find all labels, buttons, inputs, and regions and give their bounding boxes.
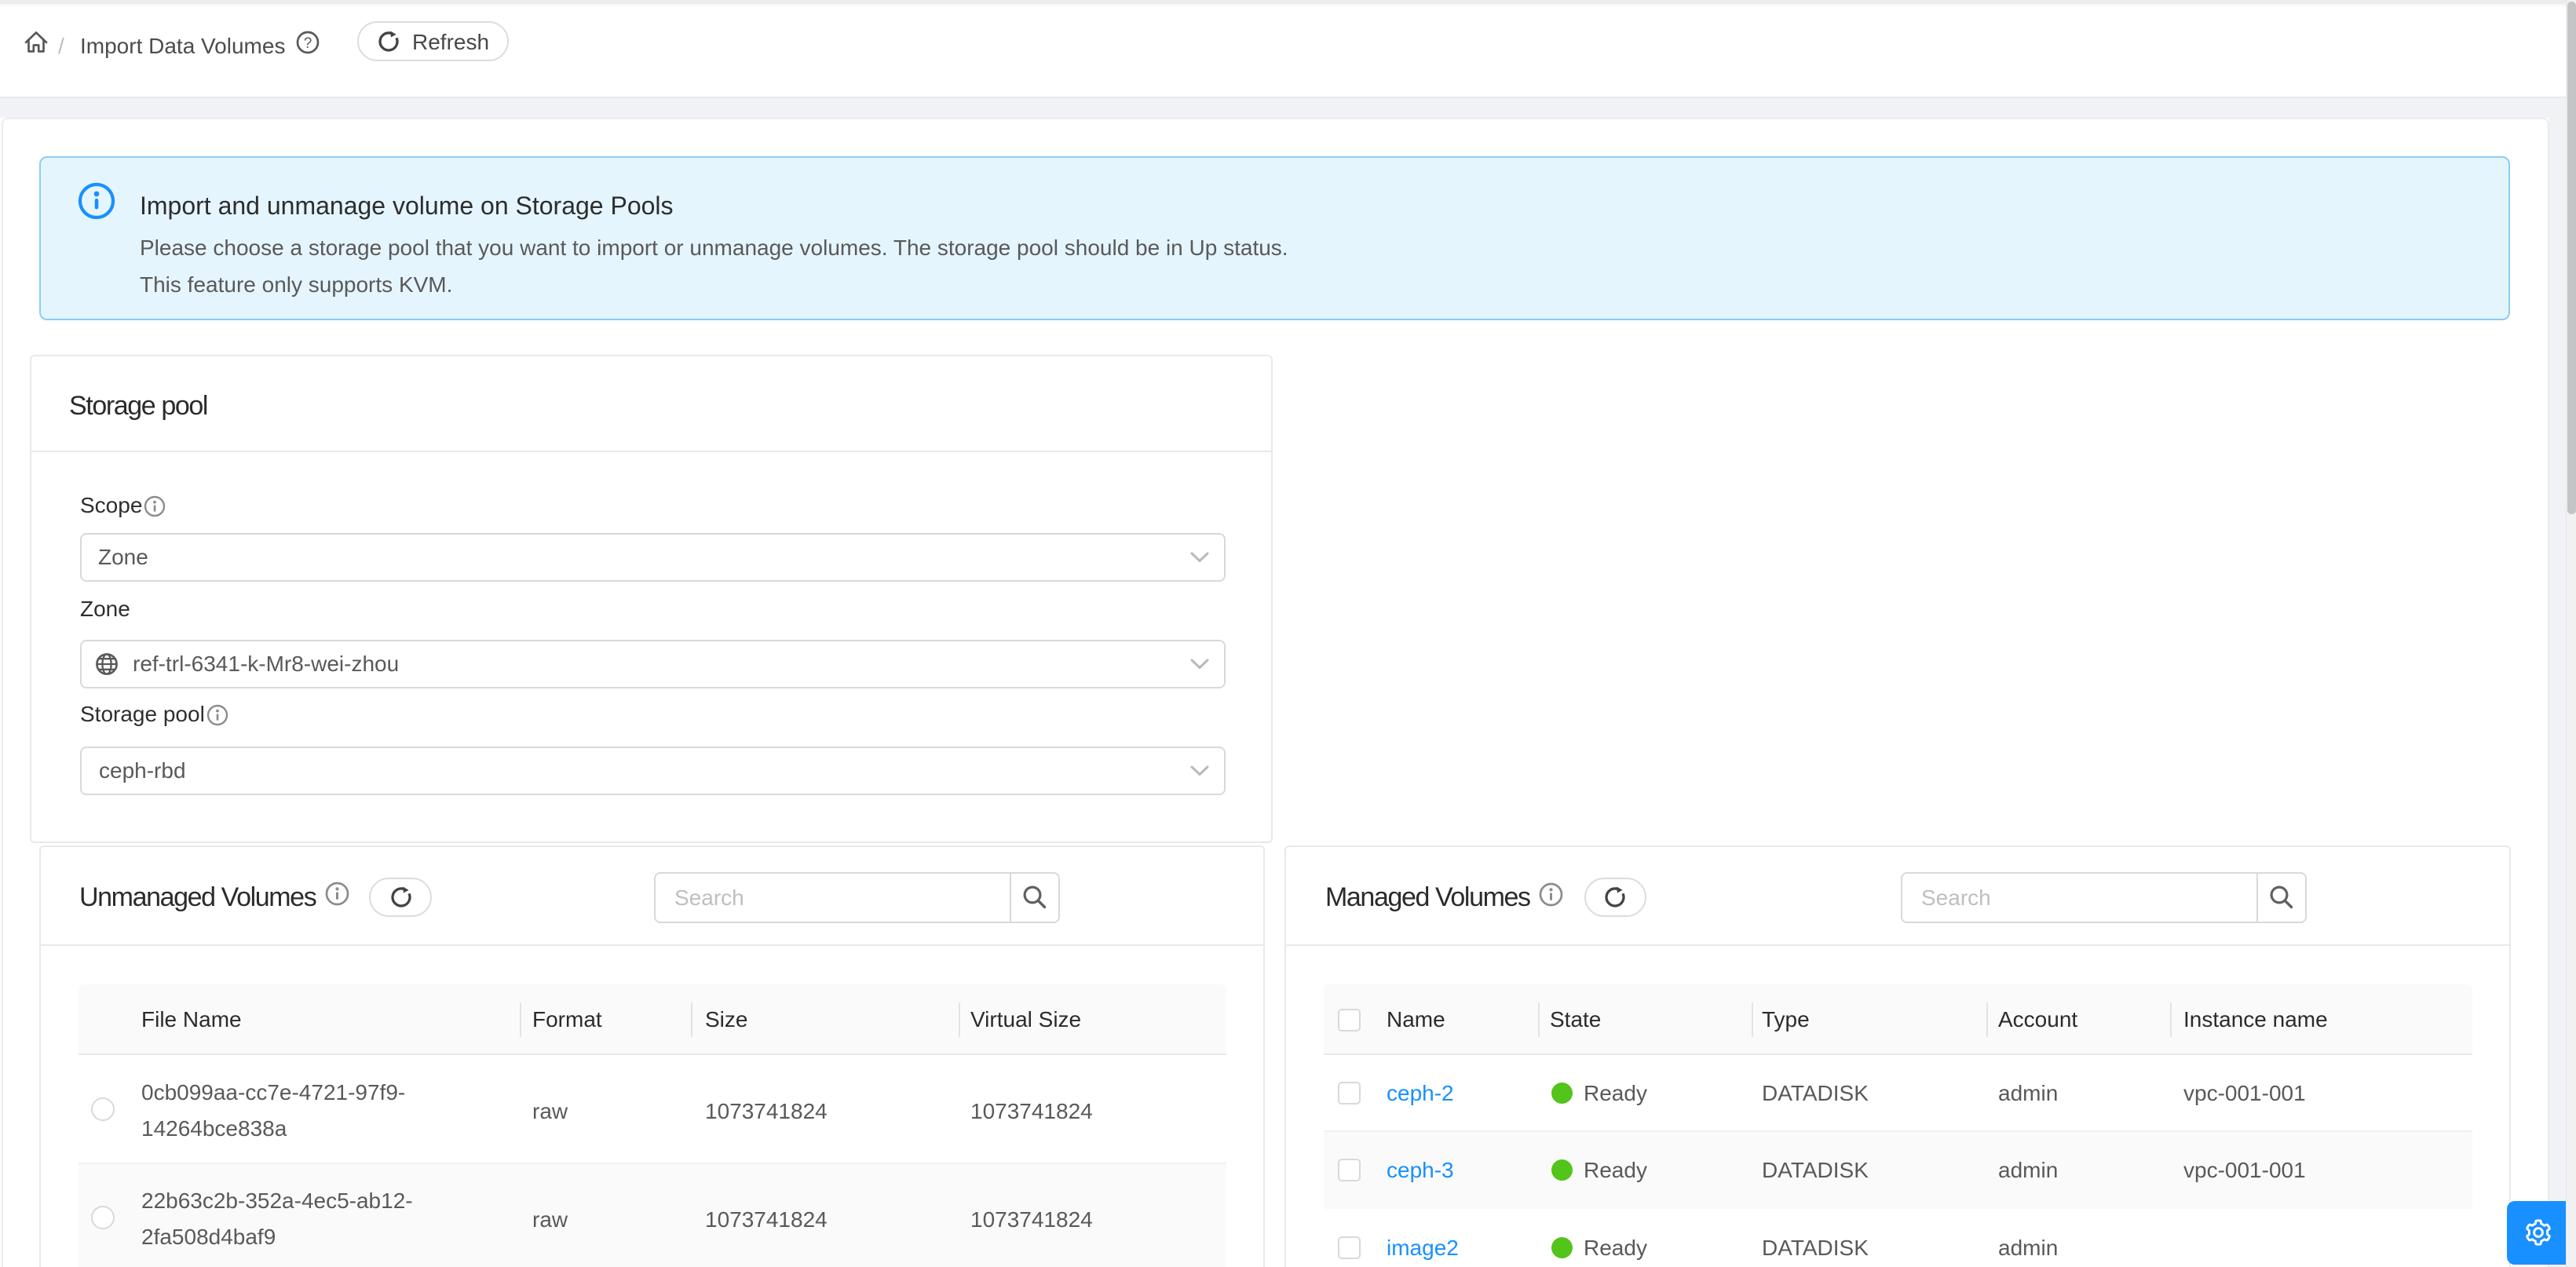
svg-text:?: ?	[304, 35, 312, 52]
